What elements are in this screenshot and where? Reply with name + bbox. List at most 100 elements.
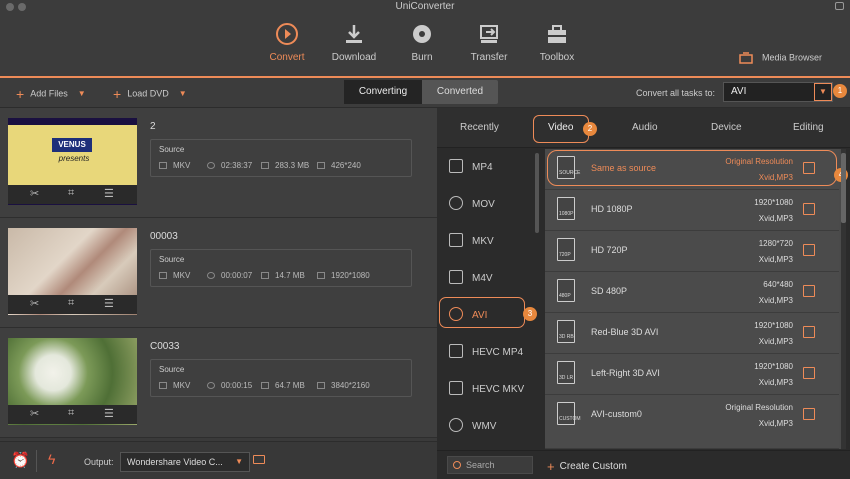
nav-transfer[interactable]: Transfer	[459, 22, 519, 63]
add-files-button[interactable]: + Add Files ▼	[16, 86, 86, 102]
format-label: MP4	[472, 162, 493, 173]
scrollbar-thumb[interactable]	[841, 153, 846, 223]
thumbnail-title-text: VENUS	[52, 138, 92, 152]
nav-toolbox-label: Toolbox	[539, 52, 575, 63]
trim-icon[interactable]: ✂	[30, 187, 39, 200]
trim-icon[interactable]: ✂	[30, 407, 39, 420]
schedule-icon[interactable]: ⏰	[11, 451, 30, 469]
preset-item-left-right-3d[interactable]: 3D LR Left-Right 3D AVI 1920*1080 Xvid,M…	[545, 354, 839, 395]
edit-icon[interactable]	[803, 203, 815, 215]
nav-download-label: Download	[331, 52, 377, 63]
load-dvd-label: Load DVD	[127, 88, 169, 99]
divider	[36, 450, 37, 472]
format-item-mov[interactable]: MOV	[437, 186, 537, 223]
source-info: Source MKV 00:00:07 14.7 MB 1920*1080	[150, 249, 412, 287]
file-row[interactable]: VENUS presents ✂ ⌗ ☰ 2 Source MKV 02:38:…	[0, 108, 437, 218]
crop-icon[interactable]: ⌗	[68, 297, 74, 310]
preset-item-same-as-source[interactable]: SOURCE Same as source Original Resolutio…	[545, 149, 839, 190]
speed-icon[interactable]: ϟ	[48, 451, 55, 467]
file-name: 2	[150, 121, 156, 132]
play-icon	[449, 418, 463, 432]
preset-name: Left-Right 3D AVI	[591, 368, 660, 378]
format-item-wmv[interactable]: WMV	[437, 408, 537, 445]
preset-name: Red-Blue 3D AVI	[591, 327, 659, 337]
file-row[interactable]: ✂ ⌗ ☰ 00003 Source MKV 00:00:07 14.7 MB …	[0, 218, 437, 328]
highlight-ring	[439, 297, 525, 328]
crop-icon[interactable]: ⌗	[68, 187, 74, 200]
resolution-icon	[317, 162, 325, 170]
tab-editing[interactable]: Editing	[793, 122, 824, 133]
trim-icon[interactable]: ✂	[30, 297, 39, 310]
preset-name: SD 480P	[591, 286, 628, 296]
preset-item-red-blue-3d[interactable]: 3D RB Red-Blue 3D AVI 1920*1080 Xvid,MP3	[545, 313, 839, 354]
file-name: C0033	[150, 341, 180, 352]
tab-converting[interactable]: Converting	[344, 80, 422, 104]
highlight-ring	[533, 115, 589, 143]
output-folder-select[interactable]: Wondershare Video C... ▼	[120, 452, 250, 472]
top-nav: Convert Download Burn Transfer Toolbox M…	[0, 14, 850, 76]
edit-icon[interactable]	[803, 367, 815, 379]
preset-item-hd-720p[interactable]: 720P HD 720P 1280*720 Xvid,MP3	[545, 231, 839, 272]
transfer-icon	[480, 25, 498, 43]
m4v-icon	[449, 270, 463, 284]
chevron-down-icon[interactable]: ▼	[78, 89, 86, 98]
preset-codec: Xvid,MP3	[758, 419, 793, 428]
tab-recently[interactable]: Recently	[460, 122, 499, 133]
nav-download[interactable]: Download	[324, 22, 384, 63]
effects-icon[interactable]: ☰	[104, 407, 114, 420]
file-icon: 720P	[557, 238, 575, 261]
clock-icon	[207, 382, 215, 390]
format-item-hevc-mkv[interactable]: HEVC MKV	[437, 371, 537, 408]
preset-item-hd-1080p[interactable]: 1080P HD 1080P 1920*1080 Xvid,MP3	[545, 190, 839, 231]
minimize-window-icon[interactable]	[18, 3, 26, 11]
preset-item-sd-480p[interactable]: 480P SD 480P 640*480 Xvid,MP3	[545, 272, 839, 313]
nav-toolbox[interactable]: Toolbox	[527, 22, 587, 63]
nav-convert-label: Convert	[269, 52, 305, 63]
format-list-scrollbar[interactable]	[535, 153, 539, 233]
source-label: Source	[159, 255, 185, 264]
tab-device[interactable]: Device	[711, 122, 742, 133]
effects-icon[interactable]: ☰	[104, 297, 114, 310]
convert-all-select[interactable]: AVI ▼	[723, 82, 833, 102]
feedback-icon[interactable]	[835, 2, 844, 10]
nav-convert[interactable]: Convert	[257, 22, 317, 63]
search-input[interactable]: Search	[447, 456, 533, 474]
format-list: MP4 MOV MKV M4V AVI HEVC MP4 HEVC MKV WM…	[437, 149, 545, 449]
format-item-mkv[interactable]: MKV	[437, 223, 537, 260]
preset-list-scrollbar[interactable]	[841, 149, 846, 449]
source-info: Source MKV 02:38:37 283.3 MB 426*240	[150, 139, 412, 177]
nav-burn[interactable]: Burn	[392, 22, 452, 63]
create-custom-button[interactable]: + Create Custom	[547, 459, 627, 474]
format-item-hevc-mp4[interactable]: HEVC MP4	[437, 334, 537, 371]
edit-icon[interactable]	[803, 326, 815, 338]
preset-resolution: 1920*1080	[754, 362, 793, 371]
media-browser-icon	[739, 52, 754, 64]
nav-burn-label: Burn	[411, 52, 433, 63]
format-item-m4v[interactable]: M4V	[437, 260, 537, 297]
preset-item-avi-custom0[interactable]: CUSTOM AVI-custom0 Original Resolution X…	[545, 395, 839, 449]
file-icon-label: 3D RB	[559, 334, 574, 340]
tab-audio[interactable]: Audio	[632, 122, 658, 133]
file-icon-label: 480P	[559, 293, 571, 299]
effects-icon[interactable]: ☰	[104, 187, 114, 200]
file-row[interactable]: ✂ ⌗ ☰ C0033 Source MKV 00:00:15 64.7 MB …	[0, 328, 437, 438]
convert-all-value: AVI	[731, 86, 747, 97]
chevron-down-icon[interactable]: ▼	[235, 453, 243, 471]
media-browser-button[interactable]: Media Browser	[739, 52, 822, 64]
add-files-label: Add Files	[30, 88, 68, 99]
edit-icon[interactable]	[803, 408, 815, 420]
load-dvd-button[interactable]: + Load DVD ▼	[113, 86, 187, 102]
tab-converted[interactable]: Converted	[422, 80, 498, 104]
close-window-icon[interactable]	[6, 3, 14, 11]
folder-icon	[261, 272, 269, 280]
chevron-down-icon[interactable]: ▼	[814, 83, 832, 101]
open-folder-icon[interactable]	[253, 455, 265, 464]
file-icon-label: 720P	[559, 252, 571, 258]
format-item-mp4[interactable]: MP4	[437, 149, 537, 186]
crop-icon[interactable]: ⌗	[68, 407, 74, 420]
burn-icon	[413, 25, 431, 43]
edit-icon[interactable]	[803, 285, 815, 297]
edit-icon[interactable]	[803, 244, 815, 256]
output-folder-value: Wondershare Video C...	[127, 457, 223, 467]
chevron-down-icon[interactable]: ▼	[179, 89, 187, 98]
